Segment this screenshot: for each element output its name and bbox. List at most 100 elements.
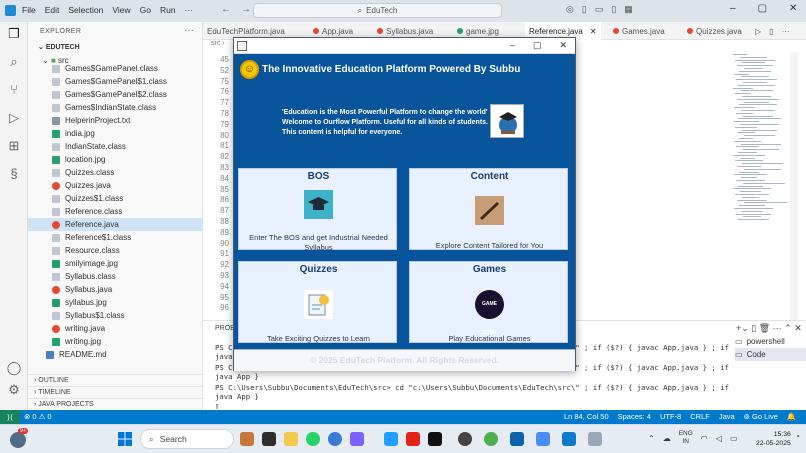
copilot-app-icon[interactable]: [350, 432, 364, 446]
file-item[interactable]: smilyimage.jpg: [28, 257, 203, 270]
menu-more[interactable]: ···: [185, 5, 194, 15]
file-item[interactable]: Syllabus.java: [28, 283, 203, 296]
back-arrow-icon[interactable]: ←: [221, 4, 231, 15]
forward-arrow-icon[interactable]: →: [241, 4, 251, 15]
menu-view[interactable]: View: [112, 5, 130, 15]
file-item[interactable]: Reference$1.class: [28, 231, 203, 244]
chatgpt-icon[interactable]: [458, 432, 472, 446]
tray-overflow-icon[interactable]: ⌃: [648, 434, 655, 443]
tab-quizzes[interactable]: Quizzes.java: [683, 22, 747, 40]
maximize-icon[interactable]: ▢: [758, 3, 767, 14]
file-item[interactable]: writing.java: [28, 322, 203, 335]
extensions-icon[interactable]: ⊞: [6, 138, 22, 154]
customize-layout-icon[interactable]: ▦: [624, 4, 633, 15]
file-item[interactable]: writing.jpg: [28, 335, 203, 348]
menu-run[interactable]: Run: [160, 5, 176, 15]
menu-file[interactable]: File: [22, 5, 36, 15]
outline-section[interactable]: › OUTLINE: [28, 374, 203, 386]
file-item[interactable]: india.jpg: [28, 127, 203, 140]
file-item[interactable]: README.md: [28, 348, 203, 361]
terminal-item-code[interactable]: ▭ Code: [735, 348, 806, 361]
file-item[interactable]: Games$GamePanel$2.class: [28, 88, 203, 101]
explorer-root-folder[interactable]: ⌄ EDUTECH: [38, 43, 80, 51]
layout-panel-icon[interactable]: ▭: [595, 4, 604, 15]
explorer-more-icon[interactable]: ···: [184, 25, 194, 36]
minimap[interactable]: [733, 52, 788, 222]
file-item[interactable]: syllabus.jpg: [28, 296, 203, 309]
clock[interactable]: 15:36 22-05-2025: [756, 430, 791, 448]
games-card[interactable]: Games GAME ZONE Play Educational Games: [409, 261, 568, 343]
volume-icon[interactable]: ◁: [716, 434, 722, 443]
language-mode[interactable]: Java: [719, 412, 735, 421]
app-close-icon[interactable]: ✕: [559, 40, 567, 51]
cursor-position[interactable]: Ln 84, Col 50: [564, 412, 609, 421]
file-item[interactable]: Games$GamePanel$1.class: [28, 75, 203, 88]
file-item[interactable]: IndianState.class: [28, 140, 203, 153]
tab-games[interactable]: Games.java: [609, 22, 665, 40]
taskbar-search[interactable]: ⌕ Search: [140, 429, 234, 449]
remote-icon[interactable]: ⟩⟨: [0, 410, 20, 424]
settings-gear-icon[interactable]: ⚙: [6, 382, 22, 398]
language-indicator[interactable]: ENG IN: [679, 430, 693, 446]
file-item[interactable]: Quizzes.java: [28, 179, 203, 192]
close-icon[interactable]: ✕: [590, 27, 597, 36]
java-projects-section[interactable]: › JAVA PROJECTS: [28, 398, 203, 410]
outlook-icon[interactable]: [510, 432, 524, 446]
quizzes-card[interactable]: Quizzes Take Exciting Quizzes to Learn: [238, 261, 397, 343]
gemini-icon[interactable]: [536, 432, 550, 446]
vscode-taskbar-icon[interactable]: [562, 432, 576, 446]
whatsapp-icon[interactable]: [306, 432, 320, 446]
task-view-icon[interactable]: [262, 432, 276, 446]
taskbar-widget-icon[interactable]: [240, 432, 254, 446]
bos-card[interactable]: BOS Enter The BOS and get Industrial Nee…: [238, 168, 397, 252]
notifications-bell-icon[interactable]: 🔔: [787, 412, 796, 421]
search-icon[interactable]: ⌕: [6, 54, 22, 70]
file-item[interactable]: Quizzes$1.class: [28, 192, 203, 205]
explorer-icon[interactable]: ❐: [6, 26, 22, 42]
weather-widget-icon[interactable]: [10, 432, 26, 448]
python-icon[interactable]: §: [6, 166, 22, 182]
wifi-icon[interactable]: ◠: [701, 434, 708, 443]
problems-status[interactable]: ⊗ 0 ⚠ 0: [24, 412, 52, 421]
edge-icon[interactable]: [384, 432, 398, 446]
file-item[interactable]: Syllabus$1.class: [28, 309, 203, 322]
chrome-icon[interactable]: [484, 432, 498, 446]
file-item[interactable]: location.jpg: [28, 153, 203, 166]
app-minimize-icon[interactable]: –: [510, 40, 515, 51]
file-item[interactable]: Games$GamePanel.class: [28, 62, 203, 75]
go-live-button[interactable]: ⊚ Go Live: [744, 412, 778, 421]
indentation[interactable]: Spaces: 4: [618, 412, 651, 421]
command-center-search[interactable]: ⌕ EduTech: [253, 3, 502, 18]
line-ending[interactable]: CRLF: [690, 412, 710, 421]
content-card[interactable]: Content Explore Content Tailored for You: [409, 168, 568, 250]
file-item[interactable]: HelperinProject.txt: [28, 114, 203, 127]
panel-tab-problems[interactable]: PROB: [215, 325, 235, 332]
source-control-icon[interactable]: ⑂: [6, 82, 22, 98]
new-terminal-button[interactable]: +⌄ ▯ 🗑 ··· ⌃ ✕: [736, 323, 802, 334]
minimize-icon[interactable]: –: [730, 3, 736, 14]
teams-icon[interactable]: [328, 432, 342, 446]
encoding[interactable]: UTF-8: [660, 412, 681, 421]
menu-selection[interactable]: Selection: [68, 5, 103, 15]
layout-sidebar-icon[interactable]: ▯: [582, 4, 587, 15]
copilot-icon[interactable]: ◎: [566, 4, 574, 15]
run-debug-icon[interactable]: ▷: [6, 110, 22, 126]
java-taskbar-icon[interactable]: [588, 432, 602, 446]
windows-start-icon[interactable]: [118, 432, 132, 446]
file-item[interactable]: Games$IndianState.class: [28, 101, 203, 114]
onedrive-icon[interactable]: ☁: [663, 434, 671, 443]
file-item[interactable]: Reference.class: [28, 205, 203, 218]
file-item[interactable]: Reference.java: [28, 218, 203, 231]
game-app-icon[interactable]: [428, 432, 442, 446]
notification-icon[interactable]: ◔: [795, 432, 800, 441]
file-item[interactable]: Quizzes.class: [28, 166, 203, 179]
run-icon[interactable]: ▷: [755, 27, 761, 36]
layout-secondary-icon[interactable]: ▯: [611, 4, 616, 15]
file-item[interactable]: Syllabus.class: [28, 270, 203, 283]
split-editor-icon[interactable]: ▯: [769, 27, 773, 36]
app-maximize-icon[interactable]: ▢: [533, 40, 542, 51]
menu-go[interactable]: Go: [140, 5, 151, 15]
timeline-section[interactable]: › TIMELINE: [28, 386, 203, 398]
more-actions-icon[interactable]: ···: [782, 27, 790, 36]
youtube-icon[interactable]: [406, 432, 420, 446]
